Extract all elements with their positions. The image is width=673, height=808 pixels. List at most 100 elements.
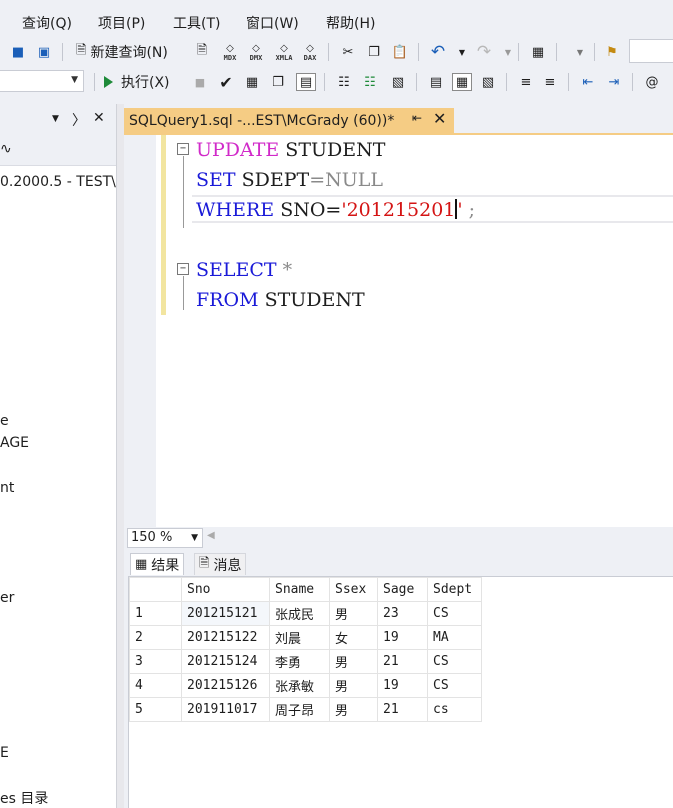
indent-icon[interactable]: ⇥ bbox=[604, 73, 624, 91]
close-icon[interactable]: ✕ bbox=[433, 109, 446, 128]
zoom-selector[interactable]: 150 % ▼ bbox=[127, 528, 203, 548]
save-all-icon[interactable]: ▣ bbox=[34, 43, 54, 61]
row-number[interactable]: 1 bbox=[129, 601, 182, 626]
toolbar-dropdown-icon[interactable]: ▼ bbox=[570, 43, 590, 61]
row-number[interactable]: 3 bbox=[129, 649, 182, 674]
paste-icon[interactable]: 📋 bbox=[390, 43, 410, 61]
cell-ssex[interactable]: 男 bbox=[329, 697, 378, 722]
cell-sdept[interactable]: cs bbox=[427, 697, 482, 722]
cell-sname[interactable]: 李勇 bbox=[269, 649, 330, 674]
row-number[interactable]: 4 bbox=[129, 673, 182, 698]
panel-splitter[interactable] bbox=[116, 104, 124, 808]
menu-project[interactable]: 项目(P) bbox=[98, 13, 145, 33]
cell-sname[interactable]: 张成民 bbox=[269, 601, 330, 626]
cell-sage[interactable]: 19 bbox=[377, 625, 428, 650]
tree-item[interactable]: es 目录 bbox=[0, 788, 48, 808]
cell-sage[interactable]: 21 bbox=[377, 649, 428, 674]
tree-item[interactable]: nt bbox=[0, 480, 14, 496]
tree-item[interactable]: e bbox=[0, 413, 9, 429]
row-number[interactable]: 2 bbox=[129, 625, 182, 650]
tab-results[interactable]: ▦ 结果 bbox=[130, 553, 185, 575]
undo-dropdown-icon[interactable]: ▼ bbox=[452, 43, 472, 61]
xmla-query-icon[interactable]: ◇ XMLA bbox=[272, 43, 296, 62]
database-engine-query-icon[interactable]: 🗎 bbox=[192, 43, 212, 61]
cell-sname[interactable]: 张承敏 bbox=[269, 673, 330, 698]
undo-icon[interactable]: ↶ bbox=[428, 42, 448, 62]
cell-ssex[interactable]: 男 bbox=[329, 601, 378, 626]
cell-sage[interactable]: 19 bbox=[377, 673, 428, 698]
column-header[interactable]: Sdept bbox=[427, 577, 482, 602]
live-stats-icon[interactable]: ☷ bbox=[360, 73, 380, 91]
parse-check-icon[interactable]: ✔ bbox=[216, 73, 236, 92]
menu-tools[interactable]: 工具(T) bbox=[173, 13, 220, 33]
results-to-grid-icon[interactable]: ▦ bbox=[452, 73, 472, 91]
table-row[interactable]: 5 201911017 周子昂 男 21 cs bbox=[129, 697, 482, 722]
display-plan-icon[interactable]: ▦ bbox=[242, 73, 262, 91]
table-row[interactable]: 4 201215126 张承敏 男 19 CS bbox=[129, 673, 482, 698]
close-icon[interactable]: ✕ bbox=[93, 110, 105, 126]
activity-monitor-icon[interactable]: ▦ bbox=[528, 43, 548, 61]
cell-sno[interactable]: 201911017 bbox=[181, 697, 270, 722]
cell-sage[interactable]: 21 bbox=[377, 697, 428, 722]
uncomment-icon[interactable]: ≡ bbox=[540, 73, 560, 91]
include-plan-icon[interactable]: ☷ bbox=[334, 73, 354, 91]
scroll-left-icon[interactable]: ◀ bbox=[207, 530, 215, 541]
table-row[interactable]: 3 201215124 李勇 男 21 CS bbox=[129, 649, 482, 674]
tree-item[interactable]: E bbox=[0, 745, 9, 761]
collapse-icon[interactable]: − bbox=[177, 143, 189, 155]
cell-ssex[interactable]: 女 bbox=[329, 625, 378, 650]
cell-sdept[interactable]: MA bbox=[427, 625, 482, 650]
menu-help[interactable]: 帮助(H) bbox=[326, 13, 375, 33]
copy-icon[interactable]: ❐ bbox=[364, 43, 384, 61]
column-header[interactable]: Sname bbox=[269, 577, 330, 602]
stop-icon[interactable]: ■ bbox=[190, 73, 210, 91]
cell-sno[interactable]: 201215122 bbox=[181, 625, 270, 650]
cut-icon[interactable]: ✂ bbox=[338, 43, 358, 61]
cell-sdept[interactable]: CS bbox=[427, 601, 482, 626]
tree-item-server[interactable]: 0.2000.5 - TEST\ bbox=[0, 174, 116, 190]
table-row[interactable]: 1 201215121 张成民 男 23 CS bbox=[129, 601, 482, 626]
cell-sdept[interactable]: CS bbox=[427, 673, 482, 698]
cell-sname[interactable]: 周子昂 bbox=[269, 697, 330, 722]
pin-icon[interactable]: 〉 bbox=[72, 110, 86, 130]
cell-sname[interactable]: 刘晨 bbox=[269, 625, 330, 650]
database-selector[interactable]: ▼ bbox=[0, 70, 84, 92]
results-grid[interactable]: Sno Sname Ssex Sage Sdept 1 201215121 张成… bbox=[128, 576, 673, 808]
collapse-icon[interactable]: − bbox=[177, 263, 189, 275]
tab-messages[interactable]: 🗎 消息 bbox=[194, 553, 247, 575]
tree-item[interactable]: er bbox=[0, 590, 14, 606]
intellisense-icon[interactable]: ▤ bbox=[296, 73, 316, 91]
cell-sage[interactable]: 23 bbox=[377, 601, 428, 626]
menu-query[interactable]: 查询(Q) bbox=[22, 13, 72, 33]
cell-ssex[interactable]: 男 bbox=[329, 649, 378, 674]
find-icon[interactable]: ⚑ bbox=[602, 43, 622, 61]
execute-button[interactable]: 执行(X) bbox=[104, 72, 170, 92]
dmx-query-icon[interactable]: ◇ DMX bbox=[246, 43, 266, 62]
search-input[interactable] bbox=[629, 39, 673, 63]
new-query-button[interactable]: 🗎 新建查询(N) bbox=[76, 43, 168, 61]
column-header[interactable]: Sno bbox=[181, 577, 270, 602]
redo-icon[interactable]: ↷ bbox=[474, 42, 494, 62]
redo-dropdown-icon[interactable]: ▼ bbox=[498, 43, 518, 61]
activity-icon[interactable]: ∿ bbox=[0, 141, 12, 157]
tree-item[interactable]: AGE bbox=[0, 435, 29, 451]
cell-ssex[interactable]: 男 bbox=[329, 673, 378, 698]
outdent-icon[interactable]: ⇤ bbox=[578, 73, 598, 91]
specify-values-icon[interactable]: @ bbox=[642, 73, 662, 91]
cell-sdept[interactable]: CS bbox=[427, 649, 482, 674]
cell-sno[interactable]: 201215121 bbox=[181, 601, 270, 626]
menu-window[interactable]: 窗口(W) bbox=[246, 13, 299, 33]
row-number-header[interactable] bbox=[129, 577, 182, 602]
cell-sno[interactable]: 201215124 bbox=[181, 649, 270, 674]
results-to-text-icon[interactable]: ▤ bbox=[426, 73, 446, 91]
query-options-icon[interactable]: ❐ bbox=[268, 73, 288, 91]
results-to-file-icon[interactable]: ▧ bbox=[478, 73, 498, 91]
save-icon[interactable]: ■ bbox=[8, 43, 28, 61]
column-header[interactable]: Sage bbox=[377, 577, 428, 602]
client-stats-icon[interactable]: ▧ bbox=[388, 73, 408, 91]
dax-query-icon[interactable]: ◇ DAX bbox=[300, 43, 320, 62]
panel-dropdown-icon[interactable]: ▼ bbox=[52, 114, 59, 124]
pin-icon[interactable]: ⇤ bbox=[412, 111, 422, 125]
row-number[interactable]: 5 bbox=[129, 697, 182, 722]
mdx-query-icon[interactable]: ◇ MDX bbox=[220, 43, 240, 62]
